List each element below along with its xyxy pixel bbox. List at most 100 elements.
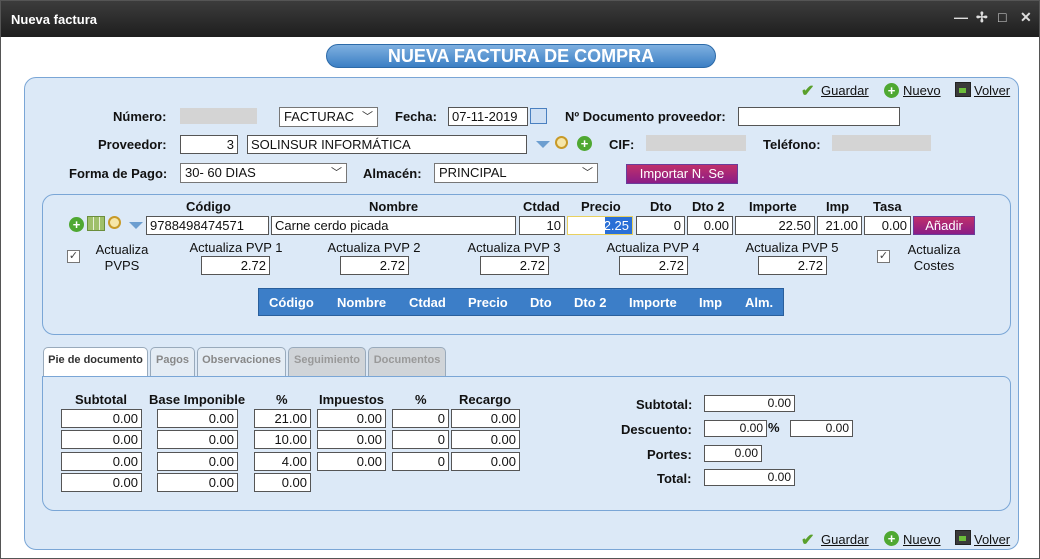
add-line-icon[interactable]: + <box>69 217 84 232</box>
descuento-label: Descuento: <box>621 422 692 437</box>
dropdown-arrow-icon[interactable] <box>536 141 550 148</box>
descuento-input[interactable]: 0.00 <box>790 420 853 437</box>
tab-observaciones[interactable]: Observaciones <box>197 347 286 376</box>
tab-seguimiento[interactable]: Seguimiento <box>288 347 366 376</box>
tab-pie-documento[interactable]: Pie de documento <box>43 347 148 377</box>
ft-pct-1[interactable]: 21.00 <box>254 409 311 428</box>
tab-documentos[interactable]: Documentos <box>368 347 446 376</box>
dto2-input[interactable]: 0.00 <box>687 216 733 235</box>
ft-pct2-2[interactable]: 0 <box>392 430 449 449</box>
ft-pct-4[interactable]: 0.00 <box>254 473 311 492</box>
fecha-input[interactable]: 07-11-2019 <box>448 107 528 126</box>
col-imp: Imp <box>826 199 850 214</box>
ft-base-2[interactable]: 0.00 <box>157 430 238 449</box>
codigo-input[interactable]: 9788498474571 <box>146 216 269 235</box>
ft-impuestos-2[interactable]: 0.00 <box>317 430 386 449</box>
ft-recargo-header: Recargo <box>459 392 512 407</box>
grid-col-importe[interactable]: Importe <box>629 295 677 310</box>
numero-field <box>180 108 257 124</box>
col-dto2: Dto 2 <box>692 199 725 214</box>
pvp3-input[interactable]: 2.72 <box>480 256 549 275</box>
grid-col-dto[interactable]: Dto <box>530 295 552 310</box>
grid-col-imp[interactable]: Imp <box>699 295 722 310</box>
ft-pct-2[interactable]: 10.00 <box>254 430 311 449</box>
grid-col-precio[interactable]: Precio <box>468 295 508 310</box>
tab-pagos[interactable]: Pagos <box>150 347 195 376</box>
lines-grid-header: Código Nombre Ctdad Precio Dto Dto 2 Imp… <box>258 288 784 316</box>
portes-input[interactable]: 0.00 <box>704 445 762 462</box>
ft-subtotal-4[interactable]: 0.00 <box>61 473 142 492</box>
ft-recargo-3[interactable]: 0.00 <box>451 452 520 471</box>
pvp5-input[interactable]: 2.72 <box>758 256 827 275</box>
tasa-input[interactable]: 0.00 <box>864 216 911 235</box>
search-article-icon[interactable] <box>108 216 121 229</box>
save-button[interactable]: Guardar <box>821 83 869 98</box>
forma-pago-value: 30- 60 DIAS <box>185 165 256 180</box>
importe-input[interactable]: 22.50 <box>735 216 815 235</box>
col-nombre: Nombre <box>369 199 419 214</box>
ft-pct-3[interactable]: 4.00 <box>254 452 311 471</box>
dropdown-arrow-icon[interactable] <box>129 222 143 229</box>
nombre-input[interactable]: Carne cerdo picada <box>271 216 516 235</box>
pvp2-input[interactable]: 2.72 <box>340 256 409 275</box>
add-proveedor-icon[interactable]: + <box>577 136 592 151</box>
descuento-pct-input[interactable]: 0.00 <box>704 420 767 437</box>
col-precio: Precio <box>581 199 621 214</box>
back-button[interactable]: Volver <box>974 83 1010 98</box>
col-dto: Dto <box>650 199 672 214</box>
dto-input[interactable]: 0 <box>636 216 685 235</box>
new-button[interactable]: Nuevo <box>903 83 941 98</box>
cif-label: CIF: <box>609 137 635 152</box>
calendar-icon[interactable] <box>530 108 547 124</box>
ft-impuestos-1[interactable]: 0.00 <box>317 409 386 428</box>
ft-pct2-1[interactable]: 0 <box>392 409 449 428</box>
pvp1-input[interactable]: 2.72 <box>201 256 270 275</box>
forma-pago-select[interactable]: 30- 60 DIAS ﹀ <box>180 163 347 183</box>
exit-door-icon <box>955 82 971 97</box>
actualiza-costes-checkbox[interactable]: ✓ <box>877 250 890 263</box>
grid-col-ctdad[interactable]: Ctdad <box>409 295 446 310</box>
ft-impuestos-3[interactable]: 0.00 <box>317 452 386 471</box>
anadir-button[interactable]: Añadir <box>913 216 975 235</box>
doc-proveedor-input[interactable] <box>738 107 900 126</box>
proveedor-code-input[interactable]: 3 <box>180 135 238 154</box>
total-input[interactable]: 0.00 <box>704 469 795 486</box>
new-button-bottom[interactable]: Nuevo <box>903 532 941 547</box>
proveedor-name-input[interactable]: SOLINSUR INFORMÁTICA <box>247 135 527 154</box>
close-icon[interactable]: ✕ <box>1020 9 1032 26</box>
actualiza-pvps-checkbox[interactable]: ✓ <box>67 250 80 263</box>
maximize-icon[interactable]: □ <box>998 9 1006 25</box>
col-codigo: Código <box>186 199 231 214</box>
grid-col-codigo[interactable]: Código <box>269 295 314 310</box>
precio-input[interactable]: 2.25 <box>567 216 633 235</box>
grid-icon[interactable] <box>87 216 105 231</box>
minimize-icon[interactable]: — <box>954 9 968 25</box>
pvp5-label: Actualiza PVP 5 <box>745 240 839 255</box>
ft-base-3[interactable]: 0.00 <box>157 452 238 471</box>
grid-col-alm[interactable]: Alm. <box>745 295 773 310</box>
chevron-down-icon: ﹀ <box>331 167 342 179</box>
save-button-bottom[interactable]: Guardar <box>821 532 869 547</box>
subtotal-input[interactable]: 0.00 <box>704 395 795 412</box>
move-icon[interactable]: ✢ <box>976 9 988 26</box>
ft-base-4[interactable]: 0.00 <box>157 473 238 492</box>
search-icon[interactable] <box>555 136 568 149</box>
ft-base-1[interactable]: 0.00 <box>157 409 238 428</box>
imp-input[interactable]: 21.00 <box>817 216 862 235</box>
grid-col-dto2[interactable]: Dto 2 <box>574 295 607 310</box>
ft-subtotal-1[interactable]: 0.00 <box>61 409 142 428</box>
total-label: Total: <box>657 471 692 486</box>
ft-recargo-1[interactable]: 0.00 <box>451 409 520 428</box>
ctdad-input[interactable]: 10 <box>519 216 565 235</box>
chevron-down-icon: ﹀ <box>362 111 373 123</box>
back-button-bottom[interactable]: Volver <box>974 532 1010 547</box>
ft-pct2-3[interactable]: 0 <box>392 452 449 471</box>
importar-button[interactable]: Importar N. Se <box>626 164 738 184</box>
grid-col-nombre[interactable]: Nombre <box>337 295 386 310</box>
ft-subtotal-3[interactable]: 0.00 <box>61 452 142 471</box>
pvp4-input[interactable]: 2.72 <box>619 256 688 275</box>
serie-select[interactable]: FACTURAC ﹀ <box>279 107 378 127</box>
ft-recargo-2[interactable]: 0.00 <box>451 430 520 449</box>
ft-subtotal-2[interactable]: 0.00 <box>61 430 142 449</box>
almacen-select[interactable]: PRINCIPAL ﹀ <box>434 163 598 183</box>
